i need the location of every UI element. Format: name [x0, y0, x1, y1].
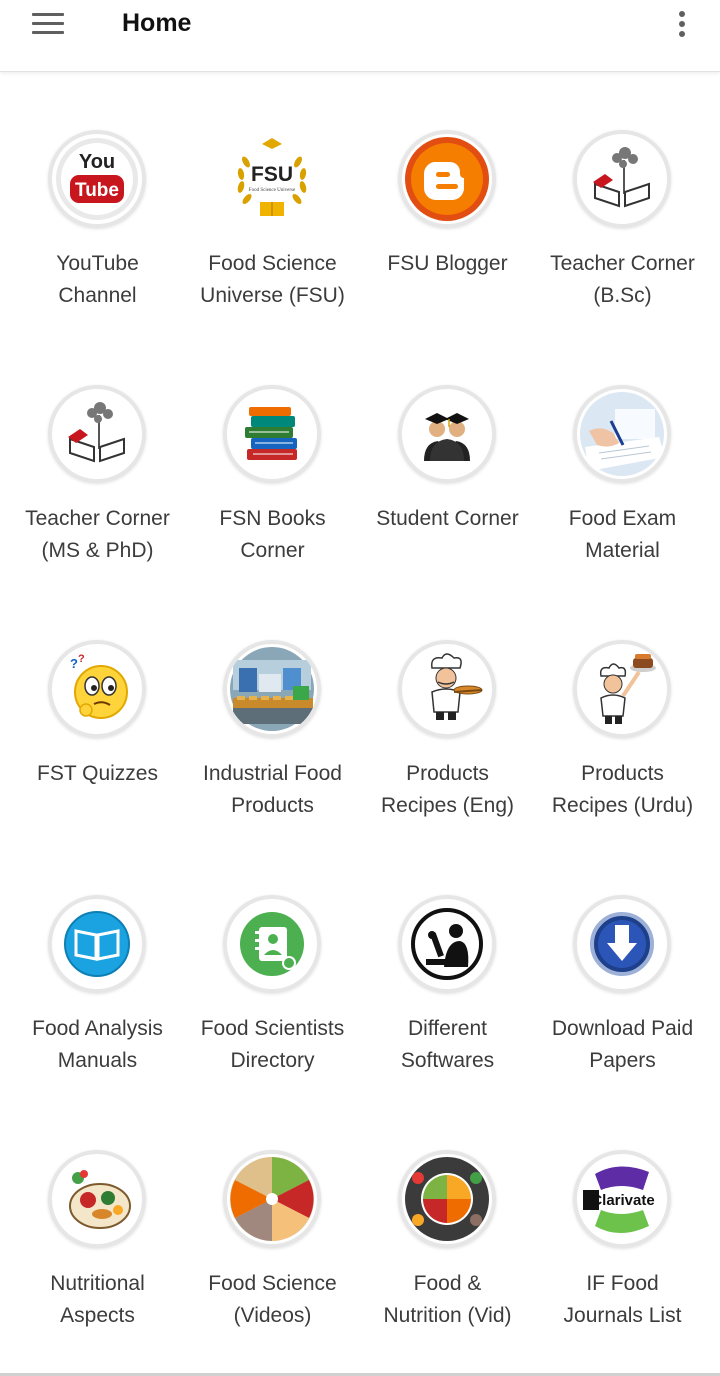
tile-label: Food Exam Material — [568, 507, 677, 562]
svg-text:Tube: Tube — [75, 180, 119, 201]
microscope-scientist-icon — [398, 895, 496, 993]
clarivate-logo-icon: Clarivate — [573, 1150, 671, 1248]
tile-label: Student Corner — [376, 507, 519, 530]
tile-label: Teacher Corner (B.Sc) — [550, 252, 695, 307]
tile-label: Food Science Universe (FSU) — [200, 252, 345, 307]
tile-label: Nutritional Aspects — [50, 1272, 145, 1327]
blogger-icon — [398, 130, 496, 228]
tile-food-science-universe[interactable]: FSU Food Science Universe Food Science U… — [185, 72, 360, 327]
tile-label: Food Scientists Directory — [200, 1017, 345, 1072]
tile-fst-quizzes[interactable]: ? ? FST Quizzes — [10, 582, 185, 837]
tile-different-softwares[interactable]: Different Softwares — [360, 837, 535, 1092]
graduates-icon — [398, 385, 496, 483]
books-stack-icon — [223, 385, 321, 483]
tile-products-recipes-urdu[interactable]: Products Recipes (Urdu) — [535, 582, 710, 837]
tile-label: FSU Blogger — [387, 252, 508, 275]
tile-products-recipes-eng[interactable]: Products Recipes (Eng) — [360, 582, 535, 837]
tile-food-scientists-directory[interactable]: Food Scientists Directory — [185, 837, 360, 1092]
tile-student-corner[interactable]: Student Corner — [360, 327, 535, 582]
tile-label: Food Analysis Manuals — [32, 1017, 163, 1072]
tile-fsu-blogger[interactable]: FSU Blogger — [360, 72, 535, 327]
tile-label: Different Softwares — [400, 1017, 495, 1072]
tile-nutritional-aspects[interactable]: Nutritional Aspects — [10, 1092, 185, 1347]
thinking-face-icon: ? ? — [48, 640, 146, 738]
tile-label: IF Food Journals List — [563, 1272, 682, 1327]
tile-label: FSN Books Corner — [219, 507, 326, 562]
tile-label: Food & Nutrition (Vid) — [383, 1272, 512, 1327]
page-title: Home — [122, 9, 192, 37]
manual-book-icon — [48, 895, 146, 993]
download-arrow-icon — [573, 895, 671, 993]
food-platter-icon — [48, 1150, 146, 1248]
tile-youtube-channel[interactable]: You Tube YouTube Channel — [10, 72, 185, 327]
svg-text:FSU: FSU — [251, 163, 293, 186]
factory-line-icon — [223, 640, 321, 738]
tile-food-nutrition-vid[interactable]: Food & Nutrition (Vid) — [360, 1092, 535, 1347]
hamburger-menu-icon[interactable] — [28, 10, 68, 40]
tile-industrial-food-products[interactable]: Industrial Food Products — [185, 582, 360, 837]
tile-download-paid-papers[interactable]: Download Paid Papers — [535, 837, 710, 1092]
chef-cake-icon — [573, 640, 671, 738]
app-bar: Home — [0, 0, 720, 72]
chef-pizza-icon — [398, 640, 496, 738]
tile-label: Download Paid Papers — [551, 1017, 694, 1072]
writing-hand-icon — [573, 385, 671, 483]
tile-label: Food Science (Videos) — [208, 1272, 337, 1327]
svg-text:Food Science Universe: Food Science Universe — [249, 188, 296, 193]
tile-label: Teacher Corner (MS & PhD) — [25, 507, 170, 562]
tile-food-science-videos[interactable]: Food Science (Videos) — [185, 1092, 360, 1347]
tile-label: Products Recipes (Eng) — [380, 762, 515, 817]
svg-text:?: ? — [70, 656, 78, 671]
svg-text:You: You — [79, 151, 115, 173]
food-collage-icon — [223, 1150, 321, 1248]
tile-label: Products Recipes (Urdu) — [551, 762, 694, 817]
book-tree-icon — [573, 130, 671, 228]
tile-food-analysis-manuals[interactable]: Food Analysis Manuals — [10, 837, 185, 1092]
book-tree-icon — [48, 385, 146, 483]
youtube-icon: You Tube — [48, 130, 146, 228]
tile-if-food-journals-list[interactable]: Clarivate IF Food Journals List — [535, 1092, 710, 1347]
tile-teacher-corner-ms-phd[interactable]: Teacher Corner (MS & PhD) — [10, 327, 185, 582]
svg-text:?: ? — [78, 653, 85, 665]
tile-food-exam-material[interactable]: Food Exam Material — [535, 327, 710, 582]
tile-label: Industrial Food Products — [203, 762, 342, 817]
tile-fsn-books-corner[interactable]: FSN Books Corner — [185, 327, 360, 582]
fsu-laurel-logo-icon: FSU Food Science Universe — [223, 130, 321, 228]
more-vert-icon[interactable] — [670, 8, 694, 42]
healthy-plate-icon — [398, 1150, 496, 1248]
svg-text:Clarivate: Clarivate — [591, 1192, 654, 1209]
tile-teacher-corner-bsc[interactable]: Teacher Corner (B.Sc) — [535, 72, 710, 327]
tile-label: YouTube Channel — [56, 252, 139, 307]
tile-label: FST Quizzes — [37, 762, 158, 785]
contacts-directory-icon — [223, 895, 321, 993]
